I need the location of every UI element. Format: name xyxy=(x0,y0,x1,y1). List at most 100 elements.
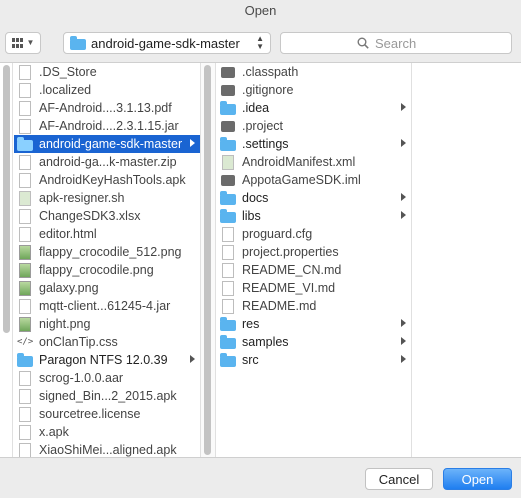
file-row[interactable]: galaxy.png xyxy=(14,279,200,297)
item-name: res xyxy=(242,317,260,331)
file-row[interactable]: AppotaGameSDK.iml xyxy=(217,171,411,189)
file-row[interactable]: README_CN.md xyxy=(217,261,411,279)
item-name: README_CN.md xyxy=(242,263,342,277)
item-name: proguard.cfg xyxy=(242,227,313,241)
search-input[interactable] xyxy=(375,35,505,51)
disclosure-arrow-icon xyxy=(401,139,406,147)
item-name: onClanTip.css xyxy=(39,335,118,349)
file-row[interactable]: signed_Bin...2_2015.apk xyxy=(14,387,200,405)
document-icon xyxy=(19,64,31,80)
open-button[interactable]: Open xyxy=(443,468,512,490)
window-title: Open xyxy=(244,3,277,18)
disclosure-arrow-icon xyxy=(401,337,406,345)
text-file-icon xyxy=(221,120,235,132)
item-name: .gitignore xyxy=(242,83,294,97)
item-name: README_VI.md xyxy=(242,281,336,295)
document-icon xyxy=(19,424,31,440)
file-row[interactable]: .DS_Store xyxy=(14,63,200,81)
folder-icon xyxy=(220,334,236,349)
location-popup[interactable]: android-game-sdk-master ▲ ▼ xyxy=(63,32,271,54)
folder-row[interactable]: docs xyxy=(217,189,411,207)
column-preview xyxy=(413,63,521,457)
folder-icon xyxy=(220,136,236,151)
file-row[interactable]: README.md xyxy=(217,297,411,315)
folder-row[interactable]: .idea xyxy=(217,99,411,117)
document-icon xyxy=(19,370,31,386)
file-row[interactable]: AndroidKeyHashTools.apk xyxy=(14,171,200,189)
file-row[interactable]: scrog-1.0.0.aar xyxy=(14,369,200,387)
file-row[interactable]: editor.html xyxy=(14,225,200,243)
file-row[interactable]: ChangeSDK3.xlsx xyxy=(14,207,200,225)
text-file-icon xyxy=(221,174,235,186)
item-name: android-ga...k-master.zip xyxy=(39,155,177,169)
folder-icon xyxy=(70,35,86,50)
document-icon xyxy=(19,388,31,404)
parent-column[interactable] xyxy=(0,63,13,457)
document-icon xyxy=(222,262,234,278)
column-scrollbar[interactable] xyxy=(204,65,211,455)
file-row[interactable]: project.properties xyxy=(217,243,411,261)
folder-row[interactable]: .settings xyxy=(217,135,411,153)
disclosure-arrow-icon xyxy=(401,355,406,363)
file-row[interactable]: XiaoShiMei...aligned.apk xyxy=(14,441,200,457)
item-name: galaxy.png xyxy=(39,281,99,295)
document-icon xyxy=(19,208,31,224)
file-row[interactable]: .project xyxy=(217,117,411,135)
dialog-footer: Cancel Open xyxy=(0,459,521,498)
item-name: AF-Android....3.1.13.pdf xyxy=(39,101,172,115)
file-row[interactable]: apk-resigner.sh xyxy=(14,189,200,207)
file-row[interactable]: mqtt-client...61245-4.jar xyxy=(14,297,200,315)
file-row[interactable]: AndroidManifest.xml xyxy=(217,153,411,171)
item-name: signed_Bin...2_2015.apk xyxy=(39,389,177,403)
file-row[interactable]: .gitignore xyxy=(217,81,411,99)
text-file-icon xyxy=(221,84,235,96)
file-row[interactable]: android-ga...k-master.zip xyxy=(14,153,200,171)
item-name: libs xyxy=(242,209,261,223)
folder-icon xyxy=(17,136,33,151)
item-name: AppotaGameSDK.iml xyxy=(242,173,361,187)
file-row[interactable]: flappy_crocodile_512.png xyxy=(14,243,200,261)
item-name: .DS_Store xyxy=(39,65,97,79)
item-name: samples xyxy=(242,335,289,349)
up-down-chevron-icon: ▲ ▼ xyxy=(256,34,264,51)
chevron-down-icon: ▼ xyxy=(26,38,35,47)
code-file-icon: </> xyxy=(17,337,34,347)
item-name: apk-resigner.sh xyxy=(39,191,125,205)
view-mode-button[interactable]: ▼ xyxy=(5,32,41,54)
item-name: docs xyxy=(242,191,269,205)
file-row[interactable]: flappy_crocodile.png xyxy=(14,261,200,279)
file-row[interactable]: .classpath xyxy=(217,63,411,81)
document-icon xyxy=(19,406,31,422)
location-label: android-game-sdk-master xyxy=(91,35,240,51)
item-name: src xyxy=(242,353,259,367)
folder-row[interactable]: samples xyxy=(217,333,411,351)
folder-row[interactable]: Paragon NTFS 12.0.39 xyxy=(14,351,200,369)
item-name: editor.html xyxy=(39,227,97,241)
file-row[interactable]: x.apk xyxy=(14,423,200,441)
file-row[interactable]: AF-Android....3.1.13.pdf xyxy=(14,99,200,117)
document-icon xyxy=(19,82,31,98)
folder-icon xyxy=(220,352,236,367)
file-row[interactable]: AF-Android....2.3.1.15.jar xyxy=(14,117,200,135)
file-row[interactable]: night.png xyxy=(14,315,200,333)
image-file-icon xyxy=(19,316,31,332)
file-row[interactable]: proguard.cfg xyxy=(217,225,411,243)
folder-row[interactable]: libs xyxy=(217,207,411,225)
document-icon xyxy=(19,298,31,314)
item-name: .idea xyxy=(242,101,270,115)
file-row[interactable]: .localized xyxy=(14,81,200,99)
parent-column-scrollbar[interactable] xyxy=(3,65,10,333)
text-file-icon xyxy=(221,66,235,78)
item-name: project.properties xyxy=(242,245,339,259)
cancel-button[interactable]: Cancel xyxy=(365,468,433,490)
item-name: .classpath xyxy=(242,65,299,79)
folder-row[interactable]: android-game-sdk-master xyxy=(14,135,200,153)
search-field[interactable] xyxy=(280,32,512,54)
search-icon xyxy=(357,37,369,49)
file-row[interactable]: sourcetree.license xyxy=(14,405,200,423)
column-files: .DS_Store .localized AF-Android....3.1.13.… xyxy=(14,63,201,457)
folder-row[interactable]: src xyxy=(217,351,411,369)
file-row[interactable]: README_VI.md xyxy=(217,279,411,297)
folder-row[interactable]: res xyxy=(217,315,411,333)
file-row[interactable]: </> onClanTip.css xyxy=(14,333,200,351)
